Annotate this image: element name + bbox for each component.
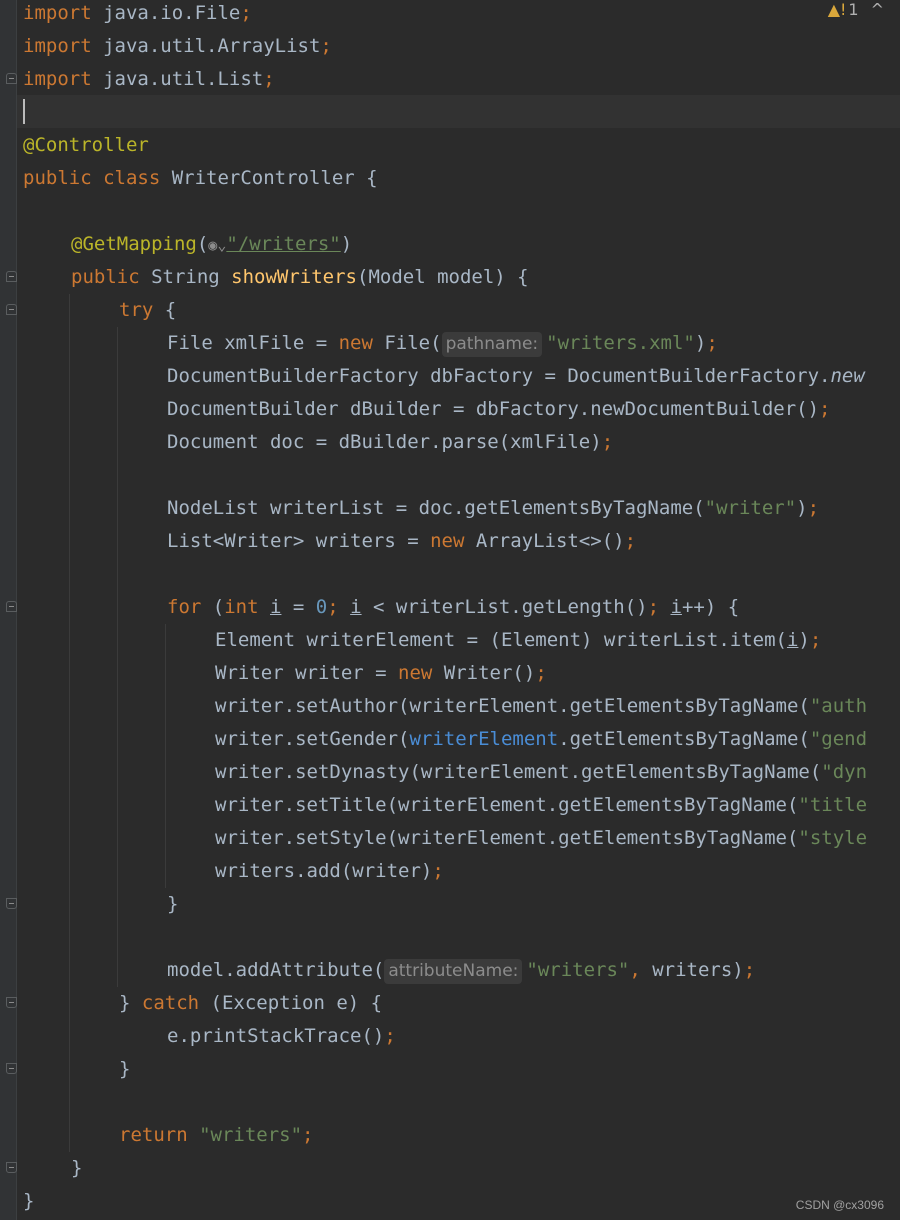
- indent-guide: [117, 327, 118, 987]
- code-line-1: import java.io.File;: [23, 2, 252, 24]
- indent-guide: [165, 624, 166, 888]
- code-line-31: } catch (Exception e) {: [119, 992, 383, 1014]
- code-line-14: Document doc = dBuilder.parse(xmlFile);: [167, 431, 614, 453]
- code-line-35: return "writers";: [119, 1124, 314, 1146]
- indent-guide: [69, 294, 70, 1152]
- code-line-17: List<Writer> writers = new ArrayList<>()…: [167, 530, 637, 552]
- code-line-26: writer.setStyle(writerElement.getElement…: [215, 827, 868, 849]
- current-line-highlight: [17, 95, 900, 128]
- text-caret: [23, 99, 25, 124]
- keyword: import: [23, 68, 92, 90]
- globe-icon[interactable]: ◉⌄: [208, 229, 226, 262]
- fold-try-icon[interactable]: [6, 304, 17, 315]
- code-line-12: DocumentBuilderFactory dbFactory = Docum…: [167, 365, 865, 387]
- keyword: import: [23, 2, 92, 24]
- keyword: import: [23, 35, 92, 57]
- unfold-catch-icon[interactable]: [6, 1063, 17, 1074]
- chevron-up-icon[interactable]: ^: [871, 0, 884, 19]
- parameter-hint: pathname:: [441, 332, 543, 357]
- warning-triangle-icon[interactable]: ▲!: [828, 0, 847, 19]
- code-line-24: writer.setDynasty(writerElement.getEleme…: [215, 761, 868, 783]
- code-line-30: model.addAttribute(attributeName: "writer…: [167, 954, 755, 987]
- annotation: @Controller: [23, 134, 149, 156]
- code-line-33: }: [119, 1058, 131, 1080]
- url-link[interactable]: "/writers": [226, 233, 340, 255]
- code-line-9: public String showWriters(Model model) {: [71, 266, 529, 288]
- code-line-3: import java.util.List;: [23, 68, 275, 90]
- code-line-32: e.printStackTrace();: [167, 1025, 396, 1047]
- code-line-20: Element writerElement = (Element) writer…: [215, 629, 822, 651]
- unfold-try-icon[interactable]: [6, 997, 17, 1008]
- editor-gutter[interactable]: [0, 0, 17, 1220]
- inspection-widget[interactable]: ▲! 1 ^: [828, 0, 884, 20]
- parameter-hint: attributeName:: [384, 959, 523, 984]
- watermark: CSDN @cx3096: [795, 1198, 884, 1212]
- fold-imports-icon[interactable]: [6, 73, 17, 84]
- method-name: showWriters: [231, 266, 357, 288]
- code-line-37: }: [23, 1190, 35, 1212]
- code-line-28: }: [167, 893, 179, 915]
- code-line-10: try {: [119, 299, 177, 321]
- fold-for-icon[interactable]: [6, 601, 17, 612]
- code-line-21: Writer writer = new Writer();: [215, 662, 547, 684]
- code-line-27: writers.add(writer);: [215, 860, 444, 882]
- highlighted-variable: writerElement: [409, 728, 559, 750]
- code-line-22: writer.setAuthor(writerElement.getElemen…: [215, 695, 868, 717]
- code-line-2: import java.util.ArrayList;: [23, 35, 332, 57]
- warning-count: 1: [848, 0, 859, 19]
- unfold-method-icon[interactable]: [6, 1162, 17, 1173]
- annotation: @GetMapping: [71, 233, 197, 255]
- code-line-6: public class WriterController {: [23, 167, 378, 189]
- code-line-16: NodeList writerList = doc.getElementsByT…: [167, 497, 820, 519]
- code-line-13: DocumentBuilder dBuilder = dbFactory.new…: [167, 398, 831, 420]
- code-line-36: }: [71, 1157, 83, 1179]
- code-line-5: @Controller: [23, 129, 149, 162]
- unfold-for-icon[interactable]: [6, 898, 17, 909]
- code-editor[interactable]: import java.io.File; import java.util.Ar…: [17, 0, 900, 1220]
- code-line-25: writer.setTitle(writerElement.getElement…: [215, 794, 868, 816]
- fold-method-icon[interactable]: [6, 271, 17, 282]
- code-line-19: for (int i = 0; i < writerList.getLength…: [167, 596, 740, 618]
- code-line-8: @GetMapping(◉⌄"/writers"): [71, 228, 352, 261]
- code-line-23: writer.setGender(writerElement.getElemen…: [215, 728, 868, 750]
- code-line-11: File xmlFile = new File(pathname: "writer…: [167, 327, 718, 360]
